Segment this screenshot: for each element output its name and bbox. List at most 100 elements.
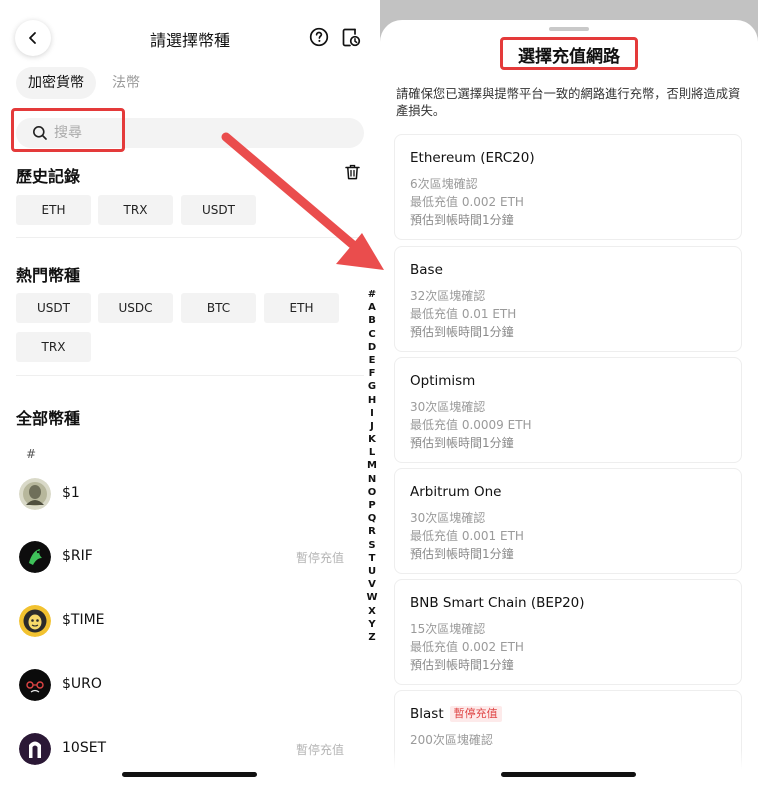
coin-name: $TIME — [62, 612, 105, 628]
index-letter[interactable]: O — [362, 486, 380, 499]
title-highlight-frame — [500, 37, 638, 70]
coin-name: $1 — [62, 485, 80, 501]
home-indicator — [501, 772, 636, 777]
suspended-badge: 暫停充值 — [449, 706, 502, 722]
index-letter[interactable]: A — [362, 301, 380, 314]
network-select-screen: 選擇充值網路 請確保您已選擇與提幣平台一致的網路進行充幣，否則將造成資產損失。 … — [380, 0, 758, 785]
history-chip[interactable]: TRX — [98, 195, 173, 225]
network-min-deposit: 最低充值 0.001 ETH — [410, 529, 524, 543]
uro-coin-logo — [19, 669, 51, 701]
list-fade — [380, 750, 758, 785]
index-letter[interactable]: X — [362, 605, 380, 618]
index-letter[interactable]: Y — [362, 618, 380, 631]
hot-chip[interactable]: ETH — [264, 293, 339, 323]
hot-chip[interactable]: BTC — [181, 293, 256, 323]
deposit-history-icon[interactable] — [341, 27, 361, 47]
currency-select-screen: 請選擇幣種 加密貨幣 法幣 歷史記錄 ETH TRX USDT 熱門幣種 USD… — [0, 0, 380, 785]
network-confirmations: 30次區塊確認 — [410, 400, 486, 414]
network-name-text: Arbitrum One — [410, 484, 502, 500]
index-letter[interactable]: K — [362, 433, 380, 446]
all-coins-title: 全部幣種 — [16, 409, 81, 428]
network-eta: 預估到帳時間1分鐘 — [410, 325, 514, 339]
network-name-text: Ethereum (ERC20) — [410, 150, 535, 166]
index-letter[interactable]: T — [362, 552, 380, 565]
network-name: Ethereum (ERC20) — [410, 150, 535, 166]
index-letter[interactable]: J — [362, 420, 380, 433]
search-highlight-frame — [11, 108, 125, 152]
index-letter[interactable]: # — [362, 288, 380, 301]
help-icon[interactable] — [309, 27, 329, 47]
network-min-deposit: 最低充值 0.0009 ETH — [410, 418, 532, 432]
index-letter[interactable]: H — [362, 394, 380, 407]
network-eta: 預估到帳時間1分鐘 — [410, 436, 514, 450]
index-letter[interactable]: Q — [362, 512, 380, 525]
hot-coins-title: 熱門幣種 — [16, 266, 81, 285]
coin-name: $URO — [62, 676, 102, 692]
tab-fiat[interactable]: 法幣 — [112, 67, 140, 99]
network-name: Arbitrum One — [410, 484, 501, 500]
coin-row[interactable]: $URO — [0, 669, 360, 719]
network-eta: 預估到帳時間1分鐘 — [410, 547, 514, 561]
index-letter[interactable]: D — [362, 341, 380, 354]
network-option[interactable]: Ethereum (ERC20) 6次區塊確認 最低充值 0.002 ETH 預… — [394, 134, 742, 240]
index-letter[interactable]: I — [362, 407, 380, 420]
network-confirmations: 200次區塊確認 — [410, 733, 493, 747]
index-letter[interactable]: W — [362, 591, 380, 604]
group-header: # — [26, 447, 37, 461]
network-name-text: Optimism — [410, 373, 476, 389]
network-name-text: BNB Smart Chain (BEP20) — [410, 595, 585, 611]
trash-icon[interactable] — [345, 164, 360, 180]
coin-row[interactable]: $1 — [0, 478, 360, 528]
coin-name: $RIF — [62, 548, 93, 564]
index-letter[interactable]: M — [362, 459, 380, 472]
alphabet-index-bar[interactable]: # A B C D E F G H I J K L M N O P Q R S T U V W X Y Z — [362, 288, 380, 644]
divider — [16, 375, 364, 376]
coin-row[interactable]: $TIME — [0, 605, 360, 655]
time-coin-logo — [19, 605, 51, 637]
coin-name: 10SET — [62, 740, 107, 756]
hot-chip[interactable]: USDC — [98, 293, 173, 323]
index-letter[interactable]: P — [362, 499, 380, 512]
network-name: BNB Smart Chain (BEP20) — [410, 595, 585, 611]
network-name-text: Blast — [410, 706, 444, 722]
index-letter[interactable]: E — [362, 354, 380, 367]
network-eta: 預估到帳時間1分鐘 — [410, 658, 514, 672]
network-option[interactable]: Arbitrum One 30次區塊確認 最低充值 0.001 ETH 預估到帳… — [394, 468, 742, 574]
coin-status: 暫停充值 — [296, 551, 345, 565]
network-name: Optimism — [410, 373, 475, 389]
index-letter[interactable]: B — [362, 314, 380, 327]
divider — [16, 237, 364, 238]
index-letter[interactable]: Z — [362, 631, 380, 644]
index-letter[interactable]: U — [362, 565, 380, 578]
network-warning-text: 請確保您已選擇與提幣平台一致的網路進行充幣，否則將造成資產損失。 — [396, 87, 741, 118]
10set-coin-logo — [19, 733, 51, 765]
coin-row[interactable]: $RIF 暫停充值 — [0, 541, 360, 591]
index-letter[interactable]: L — [362, 446, 380, 459]
network-min-deposit: 最低充值 0.002 ETH — [410, 195, 524, 209]
network-option[interactable]: Optimism 30次區塊確認 最低充值 0.0009 ETH 預估到帳時間1… — [394, 357, 742, 463]
network-option[interactable]: Base 32次區塊確認 最低充值 0.01 ETH 預估到帳時間1分鐘 — [394, 246, 742, 352]
coin-status: 暫停充值 — [296, 743, 345, 757]
history-chip[interactable]: USDT — [181, 195, 256, 225]
tab-crypto[interactable]: 加密貨幣 — [16, 67, 96, 99]
hot-chip[interactable]: USDT — [16, 293, 91, 323]
history-chip[interactable]: ETH — [16, 195, 91, 225]
sheet-grabber[interactable] — [549, 27, 589, 31]
network-confirmations: 6次區塊確認 — [410, 177, 478, 191]
network-name: Base — [410, 262, 443, 278]
network-min-deposit: 最低充值 0.01 ETH — [410, 307, 517, 321]
network-confirmations: 30次區塊確認 — [410, 511, 486, 525]
network-option[interactable]: BNB Smart Chain (BEP20) 15次區塊確認 最低充值 0.0… — [394, 579, 742, 685]
index-letter[interactable]: G — [362, 380, 380, 393]
network-eta: 預估到帳時間1分鐘 — [410, 213, 514, 227]
index-letter[interactable]: C — [362, 328, 380, 341]
network-confirmations: 15次區塊確認 — [410, 622, 486, 636]
hot-chip[interactable]: TRX — [16, 332, 91, 362]
home-indicator — [122, 772, 257, 777]
index-letter[interactable]: F — [362, 367, 380, 380]
index-letter[interactable]: V — [362, 578, 380, 591]
index-letter[interactable]: S — [362, 539, 380, 552]
network-bottom-sheet: 選擇充值網路 請確保您已選擇與提幣平台一致的網路進行充幣，否則將造成資產損失。 … — [380, 20, 758, 785]
index-letter[interactable]: R — [362, 525, 380, 538]
index-letter[interactable]: N — [362, 473, 380, 486]
